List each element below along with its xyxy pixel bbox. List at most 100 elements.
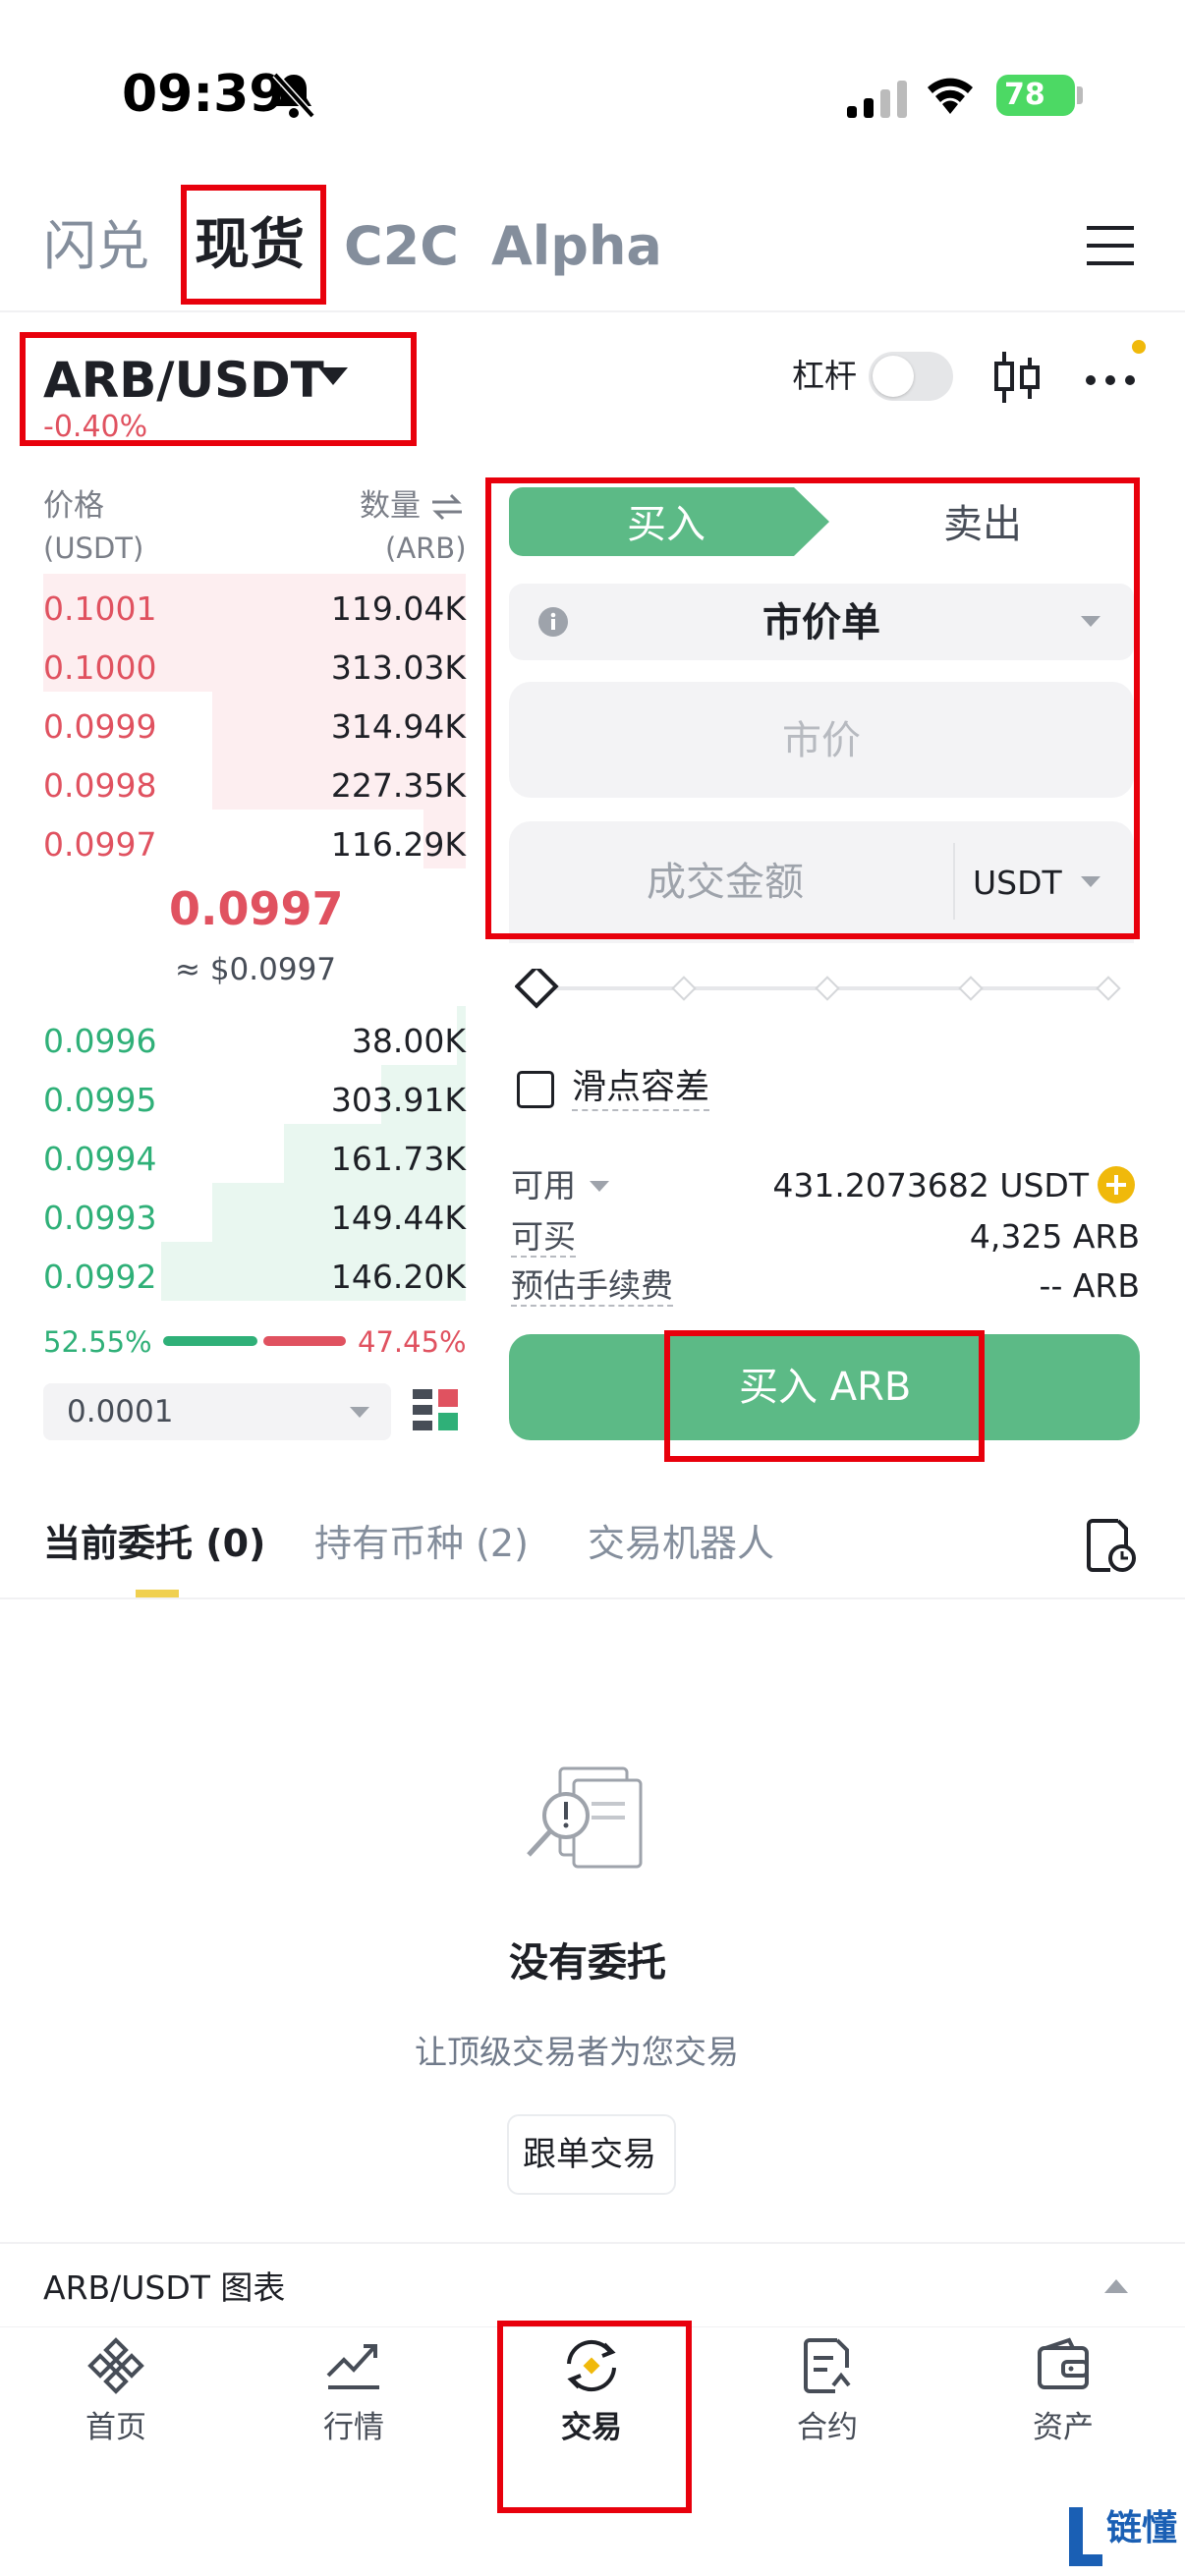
bid-row[interactable]: 0.0995 303.91K [43, 1065, 466, 1124]
battery-level: 78 [1004, 78, 1045, 112]
futures-doc-icon [804, 2338, 851, 2393]
ask-qty: 314.94K [330, 707, 466, 746]
bid-qty: 38.00K [351, 1022, 466, 1060]
caret-down-icon [350, 1407, 369, 1418]
tab-alpha[interactable]: Alpha [491, 220, 662, 273]
highlight-box-pair [20, 332, 417, 446]
nav-home[interactable]: 首页 [28, 2336, 204, 2443]
wallet-icon [1038, 2337, 1089, 2389]
ask-row[interactable]: 0.0998 227.35K [43, 751, 466, 810]
last-price: 0.0997 [169, 882, 344, 935]
add-funds-icon[interactable] [1097, 1165, 1136, 1208]
orderbook-price-header: 价格 [43, 488, 104, 524]
orderbook-qty-header: 数量 [360, 488, 421, 524]
copy-trading-button[interactable]: 跟单交易 [507, 2114, 676, 2195]
orderbook-layout-icon[interactable] [413, 1387, 458, 1438]
ask-qty: 119.04K [330, 589, 466, 628]
bid-price: 0.0992 [43, 1258, 157, 1296]
more-options-icon[interactable] [1085, 371, 1136, 390]
bid-row[interactable]: 0.0996 38.00K [43, 1006, 466, 1065]
precision-value: 0.0001 [67, 1394, 174, 1429]
ask-row[interactable]: 0.0997 116.29K [43, 810, 466, 868]
order-history-icon[interactable] [1087, 1517, 1136, 1576]
sell-ratio-bar [263, 1336, 346, 1346]
binance-logo-icon [87, 2337, 144, 2394]
available-label[interactable]: 可用 [511, 1169, 576, 1202]
nav-home-label: 首页 [85, 2410, 146, 2445]
bid-qty: 303.91K [330, 1081, 466, 1119]
slippage-checkbox[interactable] [517, 1071, 554, 1108]
bid-qty: 149.44K [330, 1199, 466, 1237]
highlight-box-trade-nav [497, 2321, 692, 2513]
ask-row[interactable]: 0.1000 313.03K [43, 633, 466, 692]
caret-up-icon[interactable] [1104, 2279, 1128, 2293]
bid-qty: 161.73K [330, 1140, 466, 1178]
ask-qty: 116.29K [330, 825, 466, 864]
divider [0, 310, 1185, 312]
tab-c2c[interactable]: C2C [344, 220, 459, 273]
highlight-box-spot-tab [181, 185, 326, 305]
empty-state-title: 没有委托 [509, 1940, 666, 1986]
bid-row[interactable]: 0.0993 149.44K [43, 1183, 466, 1242]
bid-price: 0.0994 [43, 1140, 157, 1178]
buy-ratio-bar [163, 1336, 257, 1346]
leverage-toggle[interactable] [869, 352, 953, 401]
orderbook-qty-unit: (ARB) [385, 532, 467, 565]
active-tab-indicator [136, 1590, 179, 1597]
ask-price: 0.0998 [43, 766, 157, 805]
menu-icon[interactable] [1087, 224, 1134, 271]
watermark-text: 链懂 [1106, 2508, 1178, 2548]
tab-holdings[interactable]: 持有币种 (2) [314, 1525, 529, 1562]
nav-markets-label: 行情 [323, 2410, 384, 2445]
cellular-signal-icon [847, 79, 908, 122]
bid-price: 0.0995 [43, 1081, 157, 1119]
amount-slider[interactable] [514, 964, 1124, 1016]
fee-value: -- ARB [1039, 1266, 1140, 1305]
copy-trading-label: 跟单交易 [523, 2135, 656, 2174]
chart-expand-bar[interactable]: ARB/USDT 图表 [0, 2244, 1185, 2326]
fee-label: 预估手续费 [511, 1266, 673, 1307]
bid-row[interactable]: 0.0994 161.73K [43, 1124, 466, 1183]
ask-price: 0.0999 [43, 707, 157, 746]
sell-ratio: 47.45% [358, 1325, 467, 1359]
highlight-box-submit [664, 1330, 985, 1462]
market-chart-icon [326, 2344, 379, 2389]
leverage-label: 杠杆 [792, 357, 857, 395]
toggle-knob [873, 356, 914, 397]
ask-row[interactable]: 0.1001 119.04K [43, 574, 466, 633]
status-time: 09:39 [122, 65, 285, 124]
bid-row[interactable]: 0.0992 146.20K [43, 1242, 466, 1301]
tab-trading-bots[interactable]: 交易机器人 [588, 1525, 774, 1562]
battery-cap [1077, 86, 1083, 104]
tab-open-orders[interactable]: 当前委托 (0) [43, 1525, 265, 1562]
slippage-label[interactable]: 滑点容差 [572, 1071, 710, 1111]
orderbook-price-unit: (USDT) [43, 532, 144, 565]
candlestick-chart-icon[interactable] [992, 350, 1042, 409]
tab-flash-swap[interactable]: 闪兑 [43, 220, 149, 273]
can-buy-value: 4,325 ARB [969, 1217, 1140, 1256]
highlight-box-order-form [485, 477, 1140, 939]
ask-row[interactable]: 0.0999 314.94K [43, 692, 466, 751]
mute-bell-icon [271, 71, 316, 124]
swap-arrows-icon[interactable] [430, 493, 464, 525]
ask-price: 0.0997 [43, 825, 157, 864]
nav-markets[interactable]: 行情 [265, 2336, 442, 2443]
bid-qty: 146.20K [330, 1258, 466, 1296]
precision-select[interactable]: 0.0001 [43, 1383, 391, 1440]
nav-futures[interactable]: 合约 [739, 2336, 916, 2443]
can-buy-label: 可买 [511, 1217, 576, 1258]
notification-dot [1132, 340, 1146, 354]
ask-price: 0.1001 [43, 589, 157, 628]
bid-price: 0.0993 [43, 1199, 157, 1237]
bid-price: 0.0996 [43, 1022, 157, 1060]
last-price-usd: ≈ $0.0997 [175, 952, 337, 987]
watermark-logo: 链懂 [1069, 2505, 1183, 2572]
ask-qty: 313.03K [330, 648, 466, 687]
wifi-icon [924, 75, 977, 120]
available-value: 431.2073682 USDT [772, 1166, 1089, 1204]
caret-down-icon[interactable] [590, 1181, 609, 1193]
nav-assets[interactable]: 资产 [975, 2336, 1152, 2443]
battery-indicator: 78 [996, 75, 1075, 116]
chart-bar-label: ARB/USDT 图表 [43, 2268, 286, 2307]
no-orders-illustration-icon [523, 1763, 652, 1890]
